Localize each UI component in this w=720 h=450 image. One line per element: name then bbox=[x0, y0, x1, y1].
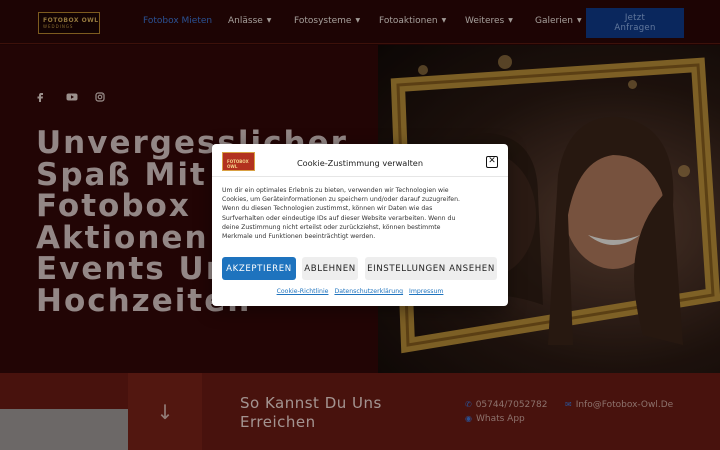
cookie-body-line: deine Zustimmung nicht erteilst oder zur… bbox=[222, 223, 441, 231]
cookie-dialog-links: Cookie-Richtlinie Datenschutzerklärung I… bbox=[212, 288, 508, 295]
privacy-policy-link[interactable]: Datenschutzerklärung bbox=[334, 288, 403, 295]
cookie-body-line: Cookies, um Geräteinformationen zu speic… bbox=[222, 196, 460, 204]
view-settings-button[interactable]: EINSTELLUNGEN ANSEHEN bbox=[365, 257, 497, 280]
cookie-body-line: Wenn du diesen Technologien zustimmst, k… bbox=[222, 205, 433, 213]
close-icon[interactable]: ✕ bbox=[486, 156, 498, 168]
cookie-body-line: Um dir ein optimales Erlebnis zu bieten,… bbox=[222, 187, 449, 194]
accept-button[interactable]: AKZEPTIEREN bbox=[222, 257, 296, 280]
divider bbox=[212, 176, 508, 177]
cookie-consent-dialog: FOTOBOX OWL Cookie-Zustimmung verwalten … bbox=[212, 144, 508, 306]
deny-button[interactable]: ABLEHNEN bbox=[302, 257, 358, 280]
cookie-dialog-title: Cookie-Zustimmung verwalten bbox=[296, 158, 424, 168]
cookie-body-line: Merkmale und Funktionen beeinträchtigt w… bbox=[222, 233, 376, 241]
cookie-policy-link[interactable]: Cookie-Richtlinie bbox=[277, 288, 329, 295]
imprint-link[interactable]: Impressum bbox=[409, 288, 443, 295]
cookie-dialog-body: Um dir ein optimales Erlebnis zu bieten,… bbox=[222, 186, 462, 241]
cookie-body-line: Surfverhalten oder eindeutige IDs auf di… bbox=[222, 214, 456, 222]
